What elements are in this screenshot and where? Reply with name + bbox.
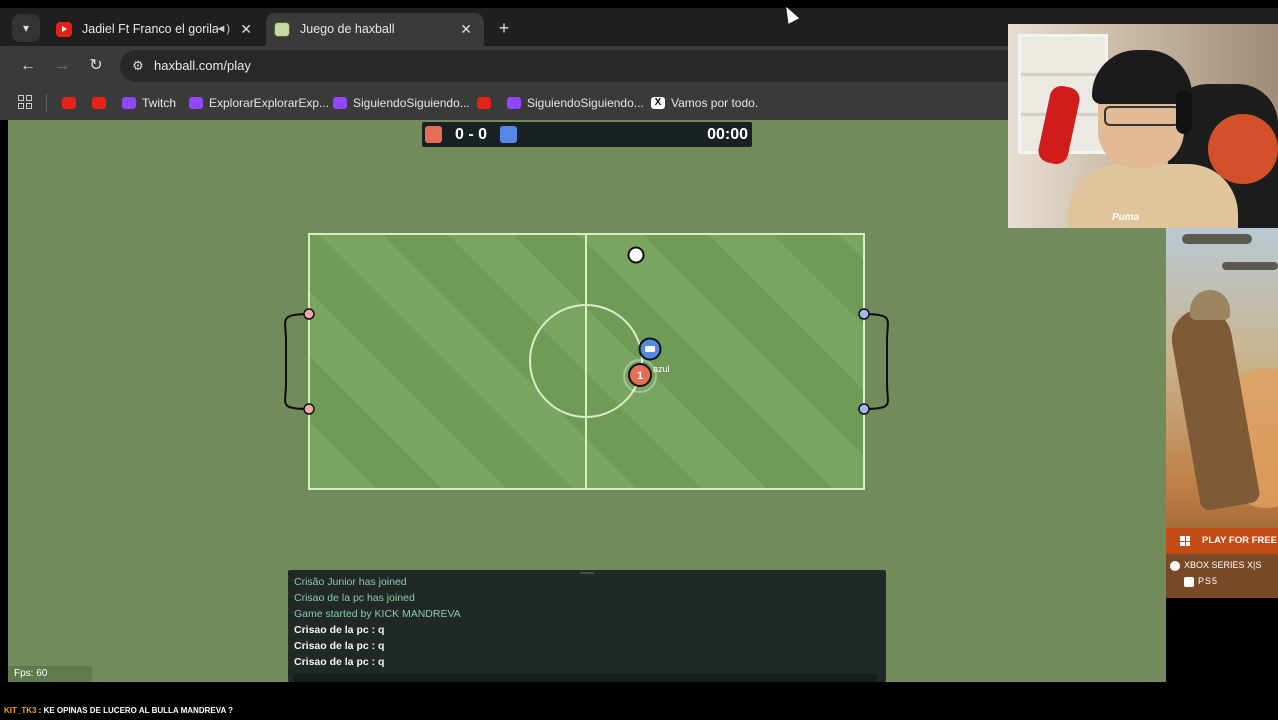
bookmark-separator — [46, 94, 47, 112]
game-ad-banner[interactable]: PLAY FOR FREE XBOX SERIES X|S PS5 — [1166, 228, 1278, 598]
bookmark-label: Twitch — [142, 96, 177, 110]
red-player-avatar: 1 — [637, 370, 643, 382]
chat-message: Crisao de la pc : q — [294, 656, 385, 668]
shirt-logo: Puma — [1112, 212, 1140, 223]
headset — [1176, 90, 1192, 134]
scoreboard: 0 - 0 00:00 — [422, 122, 752, 147]
screen: ▾ Jadiel Ft Franco el gorila - Pa ◄) ✕ J… — [0, 0, 1278, 720]
plane-image — [1182, 234, 1252, 244]
chat-log: Crisão Junior has joined Crisao de la pc… — [294, 574, 461, 670]
left-goalpost-top — [303, 308, 315, 320]
twitch-icon — [122, 97, 136, 109]
speaker-icon[interactable]: ◄) — [215, 13, 230, 46]
bookmark-twitch[interactable]: Twitch — [122, 86, 176, 120]
bookmark-youtube-2[interactable] — [92, 86, 112, 120]
windows-icon — [1180, 536, 1190, 546]
bookmark-x[interactable]: X Vamos por todo. — [651, 86, 758, 120]
youtube-icon — [56, 22, 72, 37]
bookmark-explorar[interactable]: ExplorarExplorarExp... — [189, 86, 329, 120]
bookmark-youtube-1[interactable] — [62, 86, 82, 120]
chat-notice: Crisão Junior has joined — [294, 576, 407, 588]
chat-input[interactable] — [294, 674, 878, 682]
reload-icon[interactable]: ↻ — [84, 54, 108, 78]
glasses — [1104, 106, 1180, 126]
bookmark-label: Vamos por todo. — [671, 96, 759, 110]
bookmark-label: ExplorarExplorarExp... — [209, 96, 330, 110]
play-for-free-button[interactable]: PLAY FOR FREE — [1166, 528, 1278, 554]
url-text[interactable]: haxball.com/play — [154, 50, 251, 82]
bookmark-youtube-3[interactable] — [477, 86, 497, 120]
chat-message: Crisao de la pc : q — [294, 624, 385, 636]
chat-notice: Crisao de la pc has joined — [294, 592, 415, 604]
tab-title: Juego de haxball — [300, 22, 395, 36]
stream-chat-ticker: KIT_TK3 : KE OPINAS DE LUCERO AL BULLA M… — [0, 700, 1278, 720]
ticker-message: KE OPINAS DE LUCERO AL BULLA MANDREVA ? — [43, 706, 234, 715]
match-timer: 00:00 — [707, 126, 748, 143]
fps-counter: Fps: 60 — [8, 666, 92, 682]
apps-grid-icon[interactable] — [18, 95, 34, 111]
youtube-icon — [62, 97, 76, 109]
bookmark-siguiendo-1[interactable]: SiguiendoSiguiendo... — [333, 86, 470, 120]
chat-notice: Game started by KICK MANDREVA — [294, 608, 461, 620]
ticker-username: KIT_TK3 — [4, 706, 37, 715]
platform-ps5: PS5 — [1198, 576, 1219, 586]
x-icon: X — [651, 97, 665, 109]
webcam-overlay: Puma — [1008, 24, 1278, 228]
ball — [627, 246, 645, 264]
right-goalpost-bottom — [858, 403, 870, 415]
back-icon[interactable]: ← — [16, 54, 40, 78]
bookmark-label: SiguiendoSiguiendo... — [527, 96, 644, 110]
blue-player-name: azul — [653, 364, 670, 374]
ad-platforms: XBOX SERIES X|S PS5 — [1166, 554, 1278, 598]
score: 0 - 0 — [454, 126, 487, 143]
bookmark-siguiendo-2[interactable]: SiguiendoSiguiendo... — [507, 86, 644, 120]
chat-panel: Crisão Junior has joined Crisao de la pc… — [288, 570, 886, 682]
streamer — [1068, 164, 1238, 228]
twitch-icon — [507, 97, 521, 109]
twitch-icon — [333, 97, 347, 109]
blue-team-swatch — [500, 126, 517, 143]
chat-resize-handle[interactable] — [580, 572, 594, 574]
playstation-icon — [1184, 577, 1194, 587]
xbox-icon — [1170, 561, 1180, 571]
chat-message: Crisao de la pc : q — [294, 640, 385, 652]
site-settings-icon[interactable]: ⚙ — [128, 56, 148, 76]
left-goal — [284, 313, 310, 410]
forward-icon[interactable]: → — [50, 54, 74, 78]
youtube-icon — [92, 97, 106, 109]
address-bar[interactable]: ⚙ haxball.com/play — [120, 50, 1020, 82]
ad-cta-label: PLAY FOR FREE — [1202, 535, 1277, 546]
close-tab-icon[interactable]: ✕ — [240, 13, 252, 46]
youtube-icon — [477, 97, 491, 109]
bookmark-label: SiguiendoSiguiendo... — [353, 96, 470, 110]
game-canvas[interactable]: 1 azul 0 - 0 00:00 Crisão Junior has joi… — [8, 120, 1166, 682]
ticker-separator: : — [36, 706, 44, 715]
new-tab-button[interactable]: + — [494, 18, 514, 38]
right-goalpost-top — [858, 308, 870, 320]
blue-player-avatar-icon — [645, 346, 655, 352]
red-team-swatch — [425, 126, 442, 143]
tab-search-button[interactable]: ▾ — [12, 14, 40, 42]
chevron-down-icon: ▾ — [22, 21, 30, 35]
tab-youtube[interactable]: Jadiel Ft Franco el gorila - Pa ◄) ✕ — [48, 13, 264, 46]
left-goalpost-bottom — [303, 403, 315, 415]
plane-image — [1222, 262, 1278, 270]
right-goal — [863, 313, 889, 410]
tab-haxball[interactable]: Juego de haxball ✕ — [266, 13, 484, 46]
haxball-icon — [274, 22, 290, 37]
tab-title: Jadiel Ft Franco el gorila - Pa — [82, 22, 218, 36]
close-tab-icon[interactable]: ✕ — [460, 13, 472, 46]
platform-xbox: XBOX SERIES X|S — [1184, 560, 1262, 570]
twitch-icon — [189, 97, 203, 109]
